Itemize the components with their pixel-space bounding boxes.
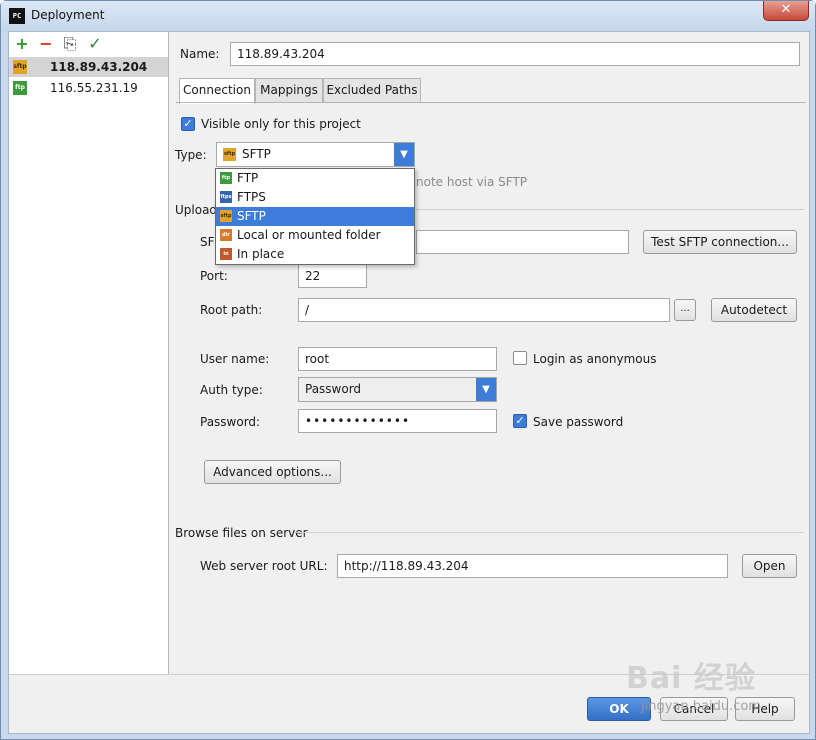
ftp-icon: ftp [13,81,27,95]
test-sftp-connection-button[interactable]: Test SFTP connection... [643,230,797,254]
chevron-down-icon[interactable]: ▼ [394,143,414,166]
server-settings-panel: Name: 118.89.43.204 Connection Mappings … [170,32,811,674]
type-option-sftp[interactable]: sftp SFTP [216,207,414,226]
type-option-local-folder[interactable]: dir Local or mounted folder [216,226,414,245]
sftp-icon: sftp [13,60,27,74]
pycharm-app-icon: PC [9,8,25,24]
type-option-label: In place [237,247,285,261]
type-option-label: FTPS [237,190,266,204]
server-item[interactable]: ftp 116.55.231.19 [9,78,168,98]
name-label: Name: [180,47,220,61]
type-option-label: FTP [237,171,259,185]
visible-only-checkbox[interactable]: ✓ [181,117,195,131]
folder-icon: dir [220,229,232,241]
sftp-icon: sftp [223,148,236,161]
type-option-label: Local or mounted folder [237,228,381,242]
tab-mappings[interactable]: Mappings [255,78,323,102]
browse-section-divider [294,532,804,533]
type-option-ftps[interactable]: ftps FTPS [216,188,414,207]
port-input[interactable]: 22 [298,264,367,288]
copy-server-icon[interactable]: ⎘ [61,35,79,53]
tab-connection[interactable]: Connection [179,78,255,104]
add-server-icon[interactable]: + [13,35,31,53]
sftp-icon: sftp [220,210,232,222]
login-anonymous-checkbox[interactable] [513,351,527,365]
title-bar: PC Deployment ✕ [1,1,815,31]
ftps-icon: ftps [220,191,232,203]
browse-root-path-button[interactable]: ... [674,299,696,321]
autodetect-button[interactable]: Autodetect [711,298,797,322]
dialog-body: + − ⎘ ✓ sftp 118.89.43.204 ftp 116.55.23… [8,31,810,734]
tab-excluded-paths[interactable]: Excluded Paths [323,78,421,102]
remove-server-icon[interactable]: − [37,35,55,53]
server-name: 116.55.231.19 [50,81,138,95]
server-list-panel: + − ⎘ ✓ sftp 118.89.43.204 ftp 116.55.23… [9,32,169,674]
type-hint-text: note host via SFTP [416,175,528,189]
deployment-window: PC Deployment ✕ + − ⎘ ✓ sftp 118.89.43.2… [0,0,816,740]
web-root-url-input[interactable]: http://118.89.43.204 [337,554,728,578]
visible-only-label: Visible only for this project [201,117,361,131]
in-place-icon: in [220,248,232,260]
chevron-down-icon[interactable]: ▼ [476,378,496,401]
open-url-button[interactable]: Open [742,554,797,578]
sftp-host-input[interactable] [416,230,629,254]
advanced-options-button[interactable]: Advanced options... [204,460,341,484]
use-as-default-icon[interactable]: ✓ [86,35,104,53]
type-dropdown-list: ftp FTP ftps FTPS sftp SFTP dir Local or… [215,168,415,265]
save-password-checkbox[interactable]: ✓ [513,414,527,428]
server-item[interactable]: sftp 118.89.43.204 [9,57,168,77]
browse-section-label: Browse files on server [175,526,308,540]
web-root-url-label: Web server root URL: [200,559,328,573]
auth-type-select[interactable]: Password ▼ [298,377,497,402]
password-input[interactable]: ••••••••••••• [298,409,497,433]
type-select[interactable]: sftp SFTP ▼ [216,142,415,167]
close-window-button[interactable]: ✕ [763,1,809,21]
sftp-host-label: SF [200,235,215,249]
baidu-jingyan-watermark: Bai 经验 jingyan.baidu.com [626,653,811,733]
login-anonymous-label: Login as anonymous [533,352,657,366]
window-title: Deployment [31,8,105,22]
port-label: Port: [200,269,228,283]
watermark-url: jingyan.baidu.com [641,699,761,714]
type-option-label: SFTP [237,209,266,223]
type-label: Type: [175,148,207,162]
tab-divider [176,102,806,103]
user-name-label: User name: [200,352,270,366]
password-label: Password: [200,415,261,429]
upload-section-divider [416,209,804,210]
server-list-toolbar: + − ⎘ ✓ [9,32,168,56]
user-name-input[interactable]: root [298,347,497,371]
auth-type-label: Auth type: [200,383,263,397]
watermark-logo-text: Bai 经验 [626,661,756,696]
root-path-label: Root path: [200,303,263,317]
auth-type-value: Password [305,382,362,396]
type-select-value: SFTP [242,147,271,161]
server-name: 118.89.43.204 [50,60,148,74]
save-password-label: Save password [533,415,624,429]
ftp-icon: ftp [220,172,232,184]
type-option-in-place[interactable]: in In place [216,245,414,264]
name-input[interactable]: 118.89.43.204 [230,42,800,66]
type-option-ftp[interactable]: ftp FTP [216,169,414,188]
root-path-input[interactable]: / [298,298,670,322]
